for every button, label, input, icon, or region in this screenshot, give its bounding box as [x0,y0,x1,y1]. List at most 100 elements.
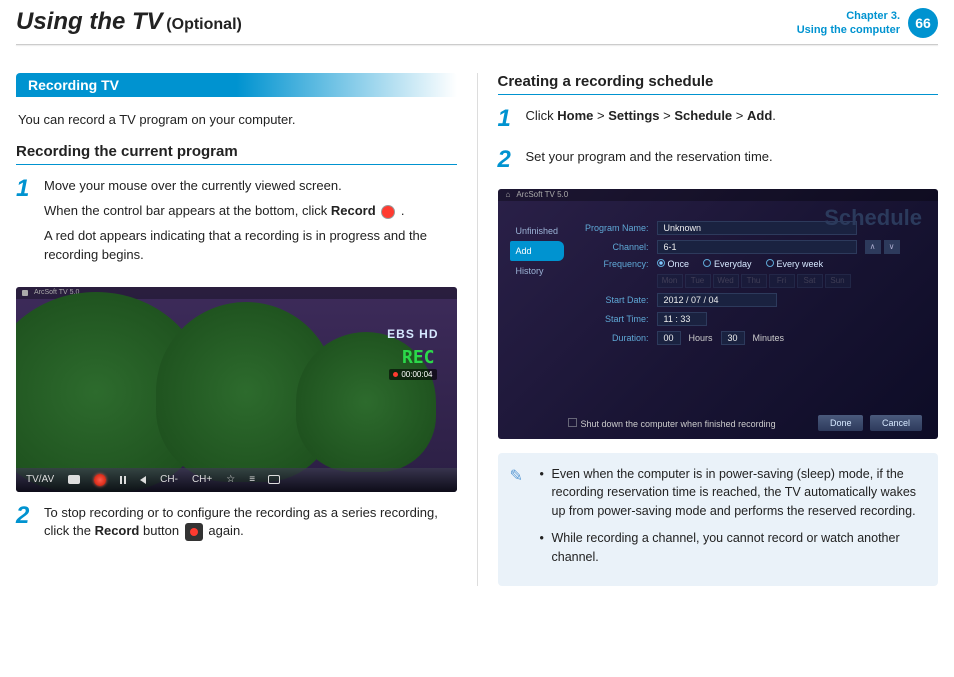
day-fri[interactable]: Fri [769,274,795,288]
freq-once-radio[interactable]: Once [657,259,690,269]
section-recording-tv: Recording TV [16,73,457,97]
content-columns: Recording TV You can record a TV program… [0,45,954,602]
duration-minutes-input[interactable]: 30 [721,331,745,345]
ch-plus-button[interactable]: CH+ [192,474,212,485]
sidebar-item-history[interactable]: History [510,261,564,281]
page-title: Using the TV (Optional) [16,8,242,36]
note-item-2: While recording a channel, you cannot re… [540,529,925,567]
subhead-schedule: Creating a recording schedule [498,73,939,95]
caption-icon[interactable] [268,475,280,484]
label-start-time: Start Time: [574,314,649,324]
channel-down-icon[interactable]: ∨ [884,240,900,254]
note-icon: ✎ [510,465,523,489]
duration-hours-input[interactable]: 00 [657,331,681,345]
tvav-button[interactable]: TV/AV [26,474,54,485]
schedule-sidebar: Unfinished Add History [510,221,564,345]
step-body: Move your mouse over the currently viewe… [44,177,457,270]
rec-timer-dot-icon [393,372,398,377]
left-column: Recording TV You can record a TV program… [16,73,457,586]
column-divider [477,73,478,586]
step1-line2: When the control bar appears at the bott… [44,202,457,221]
record-dot-icon [381,205,395,219]
day-wed[interactable]: Wed [713,274,739,288]
label-program-name: Program Name: [574,223,649,233]
right-step-1: 1 Click Home > Settings > Schedule > Add… [498,107,939,132]
cancel-button[interactable]: Cancel [870,415,922,431]
rec-indicator: REC [402,347,435,368]
record-button[interactable] [94,474,106,486]
days-row: Mon Tue Wed Thu Fri Sat Sun [657,274,923,288]
chapter-text: Chapter 3. Using the computer [797,9,900,38]
day-sat[interactable]: Sat [797,274,823,288]
note-box: ✎ Even when the computer is in power-sav… [498,453,939,587]
step-number: 1 [16,177,34,270]
page-header: Using the TV (Optional) Chapter 3. Using… [0,0,954,42]
subhead-recording-current: Recording the current program [16,143,457,165]
start-date-input[interactable]: 2012 / 07 / 04 [657,293,777,307]
list-icon[interactable]: ≡ [249,474,254,485]
freq-everyweek-radio[interactable]: Every week [766,259,824,269]
title-optional: (Optional) [166,16,242,33]
left-step-2: 2 To stop recording or to configure the … [16,504,457,548]
tv-screenshot: ArcSoft TV 5.0 EBS HD REC 00:00:04 TV/AV… [16,287,457,492]
chapter-line2: Using the computer [797,23,900,37]
home-icon[interactable] [22,290,28,296]
title-main: Using the TV [16,8,163,35]
schedule-footer: Shut down the computer when finished rec… [568,418,923,429]
right-column: Creating a recording schedule 1 Click Ho… [498,73,939,586]
intro-text: You can record a TV program on your comp… [18,111,457,129]
day-tue[interactable]: Tue [685,274,711,288]
step2-text: Set your program and the reservation tim… [526,148,939,167]
camera-icon[interactable] [68,475,80,484]
step-body: Click Home > Settings > Schedule > Add. [526,107,939,132]
pause-icon[interactable] [120,476,126,484]
sidebar-item-unfinished[interactable]: Unfinished [510,221,564,241]
schedule-heading: Schedule [824,205,922,231]
step1-line3: A red dot appears indicating that a reco… [44,227,457,265]
step-number: 2 [498,148,516,173]
record-button-icon [185,523,203,541]
step-body: To stop recording or to configure the re… [44,504,457,548]
channel-up-icon[interactable]: ∧ [865,240,881,254]
shutdown-checkbox[interactable]: Shut down the computer when finished rec… [568,418,776,429]
sched-app-label: ArcSoft TV 5.0 [516,190,568,199]
tv-control-bar: TV/AV CH- CH+ ☆ ≡ [16,468,457,492]
left-step-1: 1 Move your mouse over the currently vie… [16,177,457,270]
sched-titlebar: ⌂ ArcSoft TV 5.0 [498,189,939,201]
ch-minus-button[interactable]: CH- [160,474,178,485]
step-number: 2 [16,504,34,548]
channel-watermark: EBS HD [387,327,438,341]
done-button[interactable]: Done [818,415,864,431]
channel-input[interactable]: 6-1 [657,240,857,254]
star-icon[interactable]: ☆ [226,474,235,485]
step-body: Set your program and the reservation tim… [526,148,939,173]
step-number: 1 [498,107,516,132]
rec-timer: 00:00:04 [389,369,436,380]
schedule-body: Unfinished Add History Program Name: Unk… [510,221,923,345]
record-label: Record [95,523,140,538]
right-step-2: 2 Set your program and the reservation t… [498,148,939,173]
label-duration: Duration: [574,333,649,343]
sidebar-item-add[interactable]: Add [510,241,564,261]
chapter-line1: Chapter 3. [797,9,900,23]
rec-timer-value: 00:00:04 [401,370,432,379]
step1-text: Click Home > Settings > Schedule > Add. [526,107,939,126]
page-number-badge: 66 [908,8,938,38]
day-mon[interactable]: Mon [657,274,683,288]
record-label: Record [331,203,376,218]
label-channel: Channel: [574,242,649,252]
label-frequency: Frequency: [574,259,649,269]
label-start-date: Start Date: [574,295,649,305]
volume-icon[interactable] [140,476,146,484]
schedule-screenshot: ⌂ ArcSoft TV 5.0 Schedule Unfinished Add… [498,189,939,439]
day-thu[interactable]: Thu [741,274,767,288]
day-sun[interactable]: Sun [825,274,851,288]
freq-everyday-radio[interactable]: Everyday [703,259,752,269]
start-time-input[interactable]: 11 : 33 [657,312,707,326]
step2-text: To stop recording or to configure the re… [44,504,457,542]
home-icon[interactable]: ⌂ [506,190,511,199]
note-item-1: Even when the computer is in power-savin… [540,465,925,521]
schedule-form: Program Name: Unknown Channel: 6-1 ∧ ∨ F… [574,221,923,345]
minutes-label: Minutes [753,333,785,343]
step1-line1: Move your mouse over the currently viewe… [44,177,457,196]
